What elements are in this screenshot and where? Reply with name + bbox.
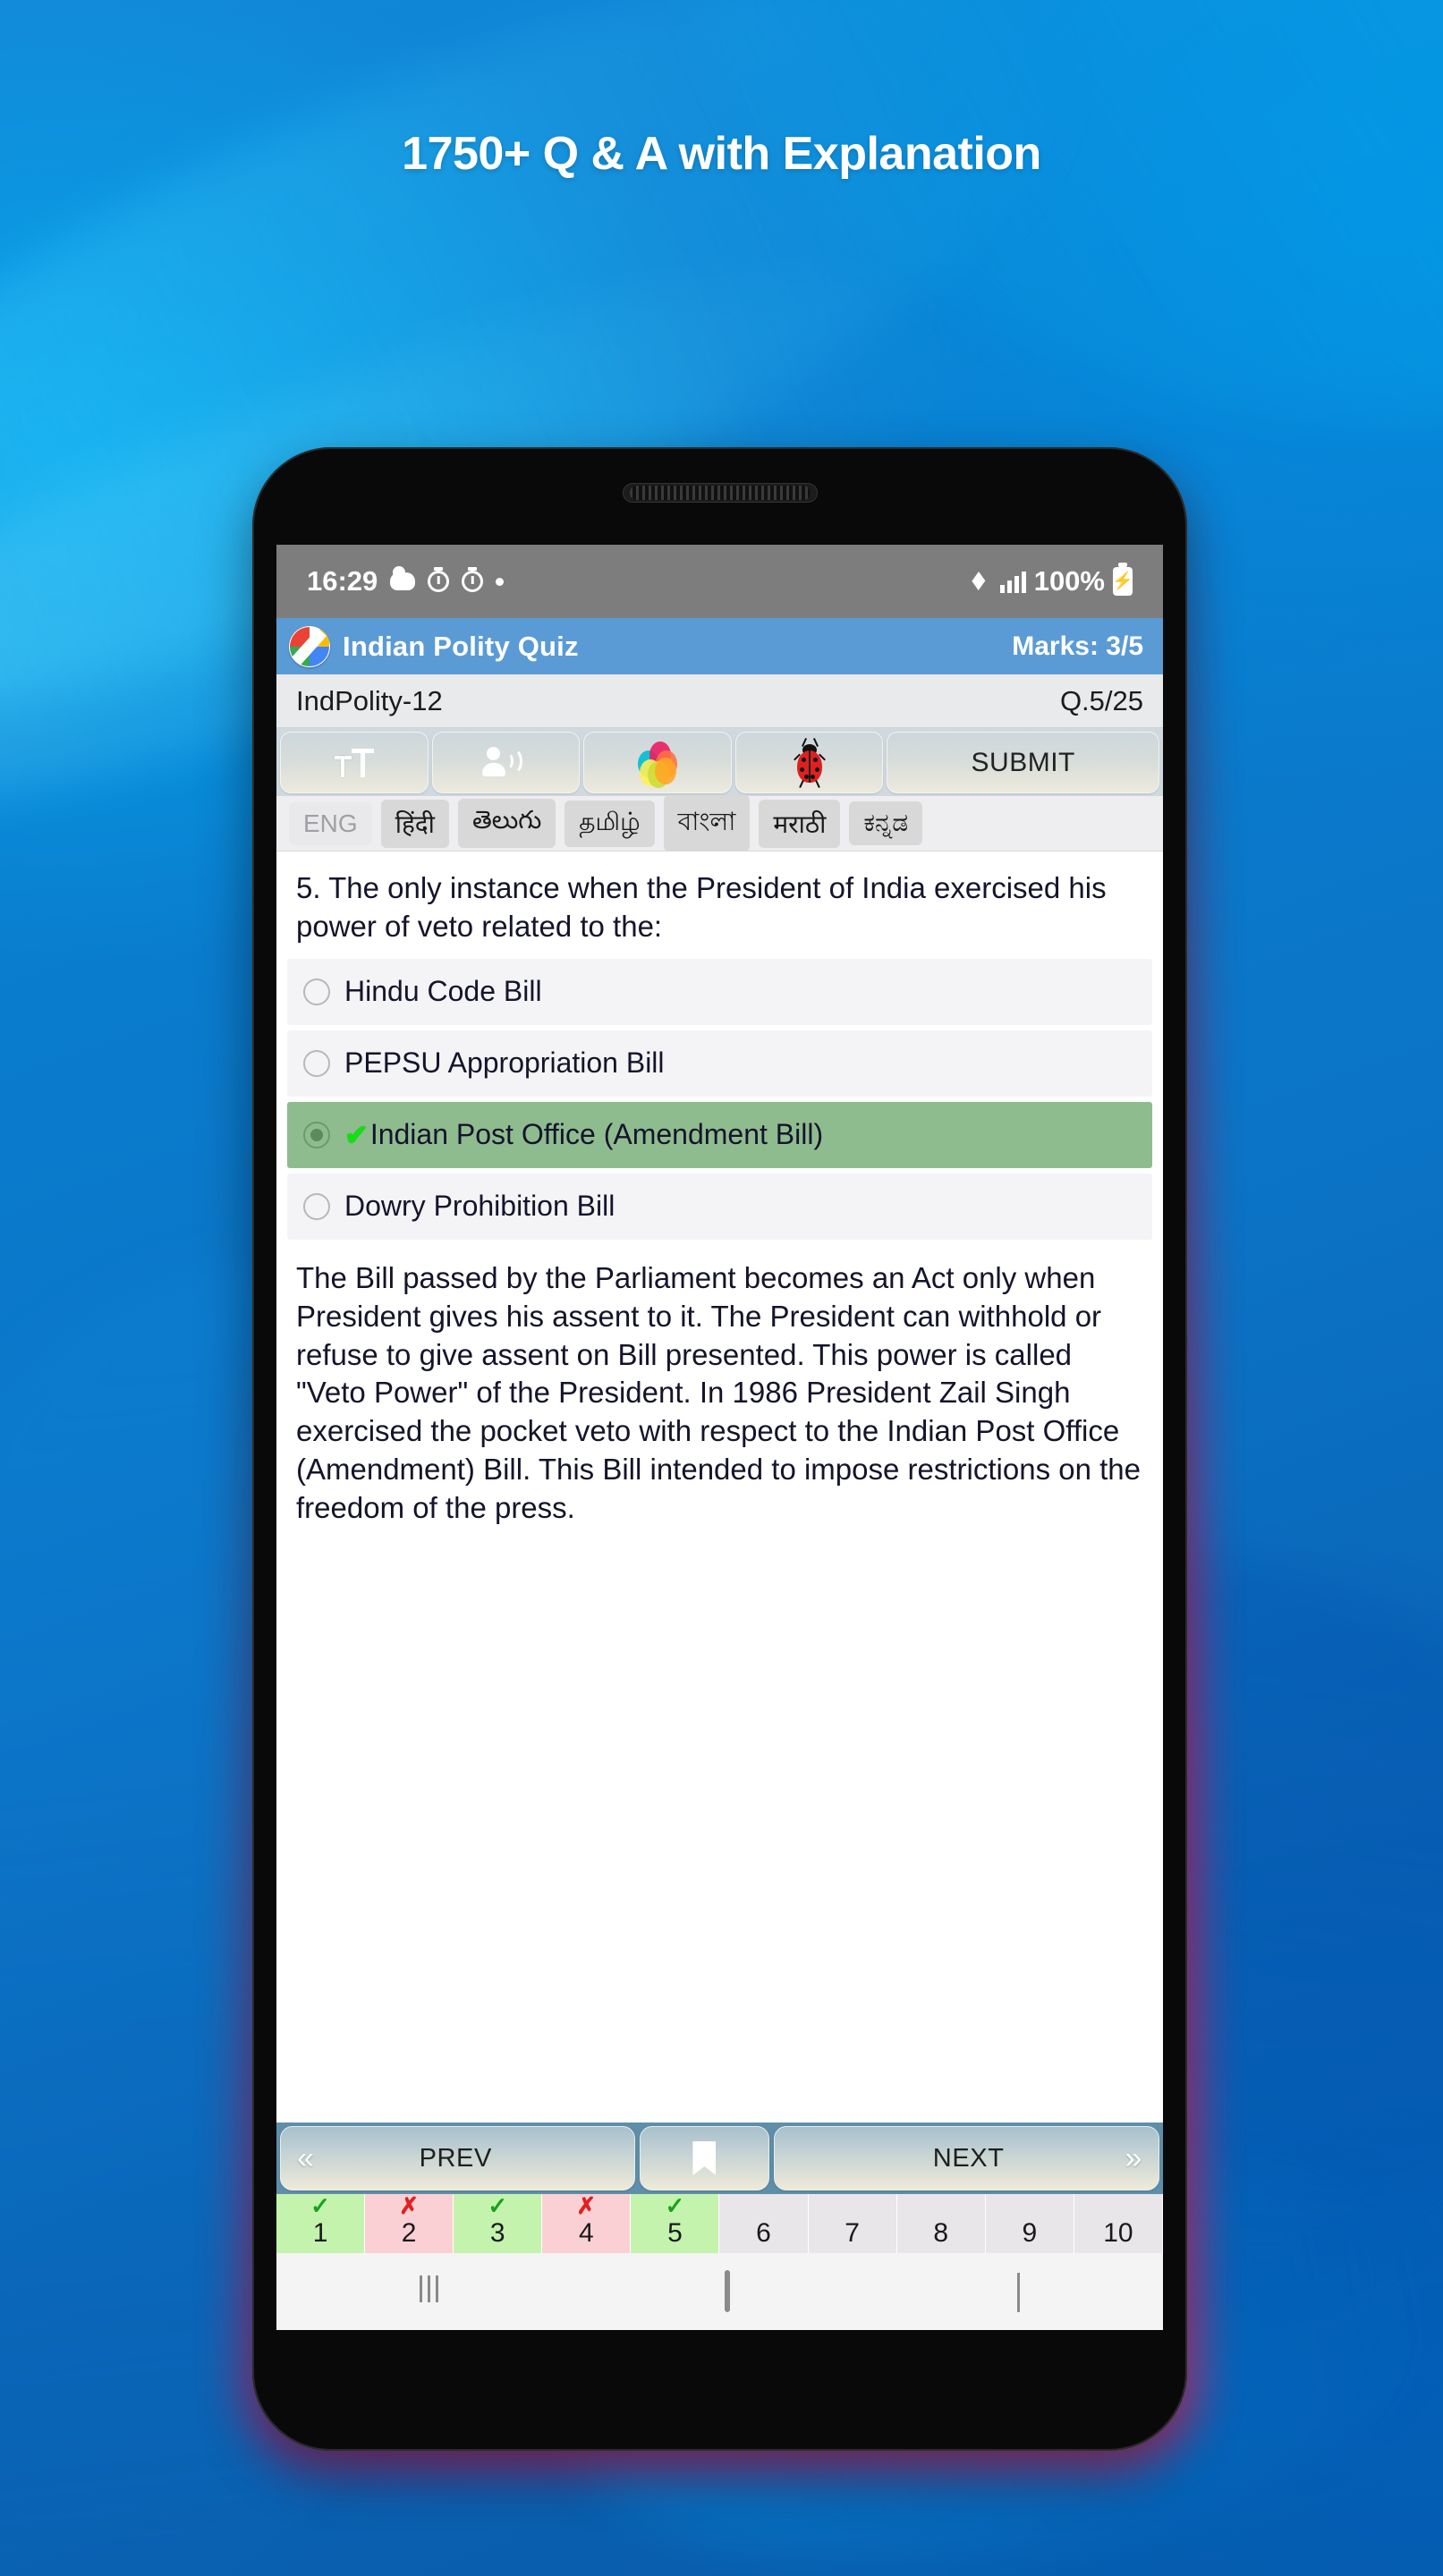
submit-button-label: SUBMIT [971, 747, 1075, 777]
question-cell-6[interactable]: 6 [719, 2194, 809, 2253]
correct-mark-icon: ✓ [665, 2192, 685, 2219]
question-cell-4[interactable]: ✗ 4 [542, 2192, 632, 2253]
phone-screen: 16:29 100% Indian Polity Quiz Marks [276, 545, 1163, 2330]
question-cell-number: 1 [312, 2218, 328, 2248]
language-tab-kannada[interactable]: ಕನ್ನಡ [849, 801, 923, 845]
option-label: Hindu Code Bill [344, 975, 542, 1008]
radio-icon[interactable] [303, 978, 330, 1005]
question-cell-9[interactable]: 9 [985, 2194, 1074, 2253]
prev-button-label: PREV [419, 2143, 492, 2173]
language-tab-eng[interactable]: ENG [289, 801, 372, 845]
question-cell-number: 2 [401, 2218, 417, 2248]
correct-mark-icon: ✓ [310, 2192, 330, 2219]
chevron-left-icon: « [297, 2140, 315, 2175]
bookmark-button[interactable] [639, 2126, 769, 2190]
option-row[interactable]: Dowry Prohibition Bill [287, 1173, 1152, 1240]
theme-color-button[interactable] [583, 732, 732, 793]
option-row-selected-correct[interactable]: ✔ Indian Post Office (Amendment Bill) [287, 1101, 1152, 1168]
question-cell-2[interactable]: ✗ 2 [365, 2194, 454, 2253]
question-cell-number: 10 [1103, 2218, 1133, 2248]
language-tab-bar: ENG हिंदी తెలుగు தமிழ் বাংলা मराठी ಕನ್ನಡ [276, 795, 1163, 852]
promo-headline: 1750+ Q & A with Explanation [402, 128, 1041, 180]
option-label: Indian Post Office (Amendment Bill) [369, 1118, 824, 1151]
question-text: 5. The only instance when the President … [296, 871, 1107, 943]
question-cell-3[interactable]: ✓ 3 [454, 2192, 543, 2253]
language-tab-telugu[interactable]: తెలుగు [457, 799, 556, 848]
wrong-mark-icon: ✗ [576, 2192, 597, 2219]
app-title: Indian Polity Quiz [343, 630, 579, 662]
phone-frame: 16:29 100% Indian Polity Quiz Marks [252, 447, 1187, 2451]
android-navigation-bar [276, 2253, 1163, 2330]
question-cell-8[interactable]: 8 [896, 2194, 986, 2253]
question-number-strip: ✓ 1 ✗ 2 ✓ 3 ✗ 4 ✓ 5 6 7 8 9 10 [276, 2194, 1163, 2253]
status-time: 16:29 [307, 565, 378, 597]
status-bar: 16:29 100% [276, 545, 1163, 618]
timer-icon [462, 571, 484, 592]
language-tab-marathi[interactable]: मराठी [759, 799, 841, 848]
text-to-speech-button[interactable] [431, 732, 581, 793]
marks-label: Marks: 3/5 [1012, 631, 1143, 661]
question-cell-number: 7 [845, 2218, 860, 2248]
question-cell-number: 6 [756, 2218, 771, 2248]
signal-icon [999, 570, 1026, 593]
battery-percent-label: 100% [1033, 565, 1105, 597]
next-button-label: NEXT [932, 2143, 1005, 2173]
question-cell-number: 3 [489, 2218, 505, 2248]
report-bug-button[interactable] [734, 732, 884, 793]
correct-mark-icon: ✓ [488, 2192, 508, 2219]
quiz-navigation-bar: « PREV NEXT » [276, 2123, 1163, 2194]
dot-icon [496, 577, 505, 586]
timer-icon [428, 571, 450, 592]
submit-button[interactable]: SUBMIT [887, 732, 1160, 793]
wifi-icon [965, 571, 992, 592]
radio-icon[interactable] [303, 1192, 330, 1220]
question-counter: Q.5/25 [1059, 684, 1143, 716]
question-cell-5[interactable]: ✓ 5 [631, 2192, 720, 2253]
option-label: PEPSU Appropriation Bill [344, 1046, 665, 1080]
question-cell-number: 9 [1022, 2218, 1038, 2248]
language-tab-bengali[interactable]: বাংলা [663, 795, 751, 852]
question-cell-7[interactable]: 7 [808, 2194, 897, 2253]
text-size-icon [334, 748, 374, 777]
ladybug-icon [793, 737, 826, 788]
wrong-mark-icon: ✗ [399, 2192, 420, 2219]
language-tab-hindi[interactable]: हिंदी [380, 799, 449, 848]
question-cell-number: 5 [667, 2218, 683, 2248]
quiz-content: 5. The only instance when the President … [276, 852, 1163, 2123]
battery-charging-icon [1113, 567, 1133, 596]
home-icon[interactable] [725, 2270, 731, 2312]
question-cell-10[interactable]: 10 [1074, 2194, 1163, 2253]
question-cell-number: 4 [578, 2218, 594, 2248]
radio-icon[interactable] [303, 1049, 330, 1077]
app-bar: Indian Polity Quiz Marks: 3/5 [276, 618, 1163, 674]
language-tab-tamil[interactable]: தமிழ் [564, 800, 655, 847]
color-palette-flower-icon [637, 741, 677, 788]
options-list: Hindu Code Bill PEPSU Appropriation Bill… [276, 958, 1163, 1245]
recents-icon[interactable] [420, 2273, 439, 2310]
radio-icon-selected[interactable] [303, 1121, 330, 1148]
check-icon: ✔ [344, 1118, 369, 1151]
question-cell-1[interactable]: ✓ 1 [276, 2192, 366, 2253]
quiz-toolbar: SUBMIT [276, 728, 1163, 796]
prev-button[interactable]: « PREV [280, 2126, 635, 2190]
cloud-icon [390, 566, 416, 590]
option-row[interactable]: Hindu Code Bill [287, 958, 1152, 1025]
quiz-sub-bar: IndPolity-12 Q.5/25 [276, 674, 1163, 728]
chevron-right-icon: » [1125, 2140, 1142, 2175]
bookmark-icon [692, 2141, 717, 2175]
earpiece-speaker [622, 483, 818, 503]
speaker-person-icon [482, 746, 526, 779]
quiz-app-logo-icon [289, 625, 330, 667]
explanation-text: The Bill passed by the Parliament become… [296, 1260, 1141, 1525]
quiz-set-name: IndPolity-12 [296, 684, 443, 716]
question-cell-number: 8 [933, 2218, 949, 2248]
option-label: Dowry Prohibition Bill [344, 1190, 615, 1223]
option-row[interactable]: PEPSU Appropriation Bill [287, 1030, 1152, 1097]
next-button[interactable]: NEXT » [773, 2126, 1159, 2190]
text-size-button[interactable] [280, 732, 429, 793]
back-icon[interactable] [1016, 2273, 1020, 2312]
